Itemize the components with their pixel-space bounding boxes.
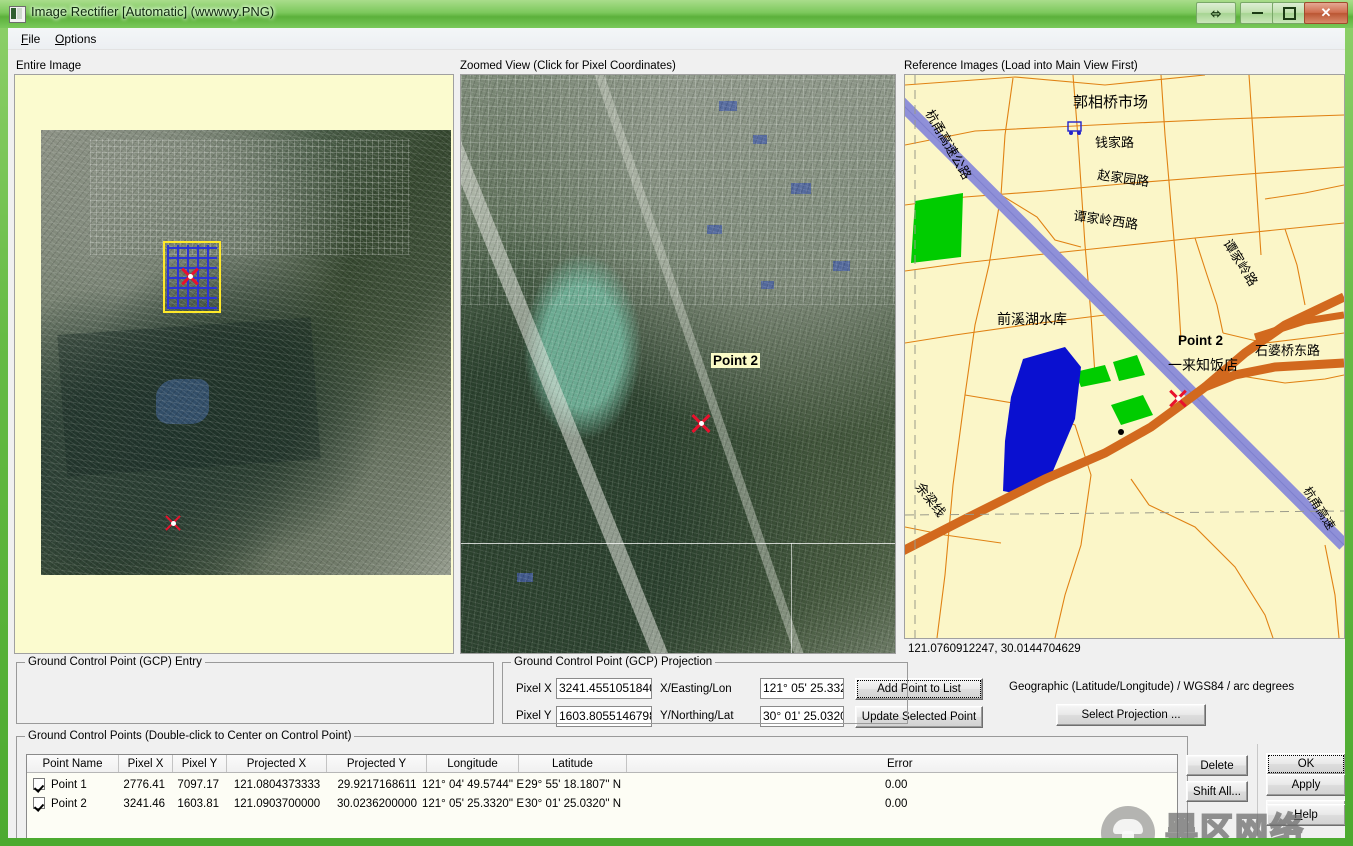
client-area: File Options Entire Image Zoomed View (C…	[8, 28, 1345, 838]
point-name-cell: Point 1	[51, 778, 87, 791]
table-cell: 121.0804373333	[233, 778, 321, 791]
table-row[interactable]: Point 1 2776.41 7097.17 121.0804373333 29.92…	[27, 775, 1177, 794]
table-cell: 121° 05' 25.3320'' E	[422, 797, 524, 810]
table-cell: 30.0236200000	[337, 797, 417, 810]
minimize-icon	[1251, 12, 1263, 14]
image-noise-texture	[41, 130, 451, 575]
projection-description: Geographic (Latitude/Longitude) / WGS84 …	[1009, 681, 1295, 693]
map-label: 郭相桥市场	[1073, 93, 1148, 111]
gcp-column-header[interactable]: Latitude	[519, 755, 627, 772]
reference-images-panel[interactable]: 杭甬高速公路 郭相桥市场钱家路赵家园路谭家岭西路谭家岭路前溪湖水库一来知饭店 石婆桥…	[904, 74, 1345, 639]
table-cell: 1603.81	[177, 797, 219, 810]
gcp-entry-group: Ground Control Point (GCP) Entry	[16, 656, 494, 724]
table-cell: 2776.41	[123, 778, 165, 791]
table-cell: 3241.46	[123, 797, 165, 810]
entire-image-thumbnail[interactable]	[41, 130, 451, 575]
table-cell: 30° 01' 25.0320'' N	[524, 797, 622, 810]
gcp-column-header[interactable]: Pixel Y	[173, 755, 227, 772]
maximize-window-button[interactable]	[1272, 2, 1306, 24]
row-checkbox[interactable]	[33, 778, 45, 790]
gcp-table-header-row: Point Name Pixel X Pixel Y Projected X Proje…	[27, 755, 1177, 773]
button-panel-divider	[1257, 744, 1258, 838]
table-cell: 7097.17	[177, 778, 219, 791]
title-bar[interactable]: Image Rectifier [Automatic] (wwwwy.PNG) …	[0, 0, 1353, 28]
map-label: 杭甬高速公路	[922, 107, 975, 183]
zoom-point-label: Point 2	[711, 353, 761, 368]
gcp-entry-group-title: Ground Control Point (GCP) Entry	[25, 656, 205, 668]
zoomed-view-panel[interactable]: Point 2	[460, 74, 896, 654]
table-cell: 121° 04' 49.5744'' E	[422, 778, 524, 791]
gcp-projection-group-title: Ground Control Point (GCP) Projection	[511, 656, 716, 668]
close-icon: ✕	[1320, 5, 1332, 20]
delete-button[interactable]: Delete	[1186, 755, 1248, 776]
maximize-icon	[1282, 6, 1296, 20]
image-noise-texture	[461, 75, 895, 653]
error-cell: 0.00	[885, 778, 908, 791]
table-cell: 29.9217168611	[337, 778, 417, 791]
app-icon	[9, 6, 26, 23]
zoom-region-indicator[interactable]	[163, 241, 221, 313]
map-labels: 杭甬高速公路 郭相桥市场钱家路赵家园路谭家岭西路谭家岭路前溪湖水库一来知饭店 石婆桥…	[912, 93, 1339, 532]
map-label: 余梁线	[912, 480, 949, 521]
map-label: 石婆桥东路	[1255, 343, 1320, 359]
table-row[interactable]: Point 2 3241.46 1603.81 121.0903700000 30.02…	[27, 794, 1177, 813]
menu-bar: File Options	[8, 28, 1345, 50]
shift-all-button[interactable]: Shift All...	[1186, 781, 1248, 802]
map-label: 谭家岭西路	[1072, 208, 1139, 233]
crosshair-vertical-line	[791, 543, 792, 653]
map-label: 一来知饭店	[1168, 357, 1238, 374]
zoomed-aerial-image[interactable]: Point 2	[461, 75, 895, 653]
map-label: 谭家岭路	[1220, 237, 1261, 290]
expressway	[905, 97, 1344, 550]
reference-coordinates-readout: 121.0760912247, 30.0144704629	[908, 643, 1081, 655]
menu-file[interactable]: File	[16, 31, 45, 47]
point-name-cell: Point 2	[51, 797, 87, 810]
close-window-button[interactable]: ✕	[1304, 2, 1348, 24]
zoomed-view-caption: Zoomed View (Click for Pixel Coordinates…	[460, 60, 676, 72]
gcp-column-header[interactable]: Point Name	[27, 755, 119, 772]
minimize-window-button[interactable]	[1240, 2, 1274, 24]
select-projection-button[interactable]: Select Projection ...	[1056, 704, 1206, 726]
map-label: 赵家园路	[1096, 167, 1150, 190]
help-button[interactable]: Help	[1266, 804, 1345, 826]
table-cell: 121.0903700000	[233, 797, 321, 810]
poi-dot	[1118, 429, 1124, 435]
entire-image-caption: Entire Image	[16, 60, 82, 72]
reference-map[interactable]: 杭甬高速公路 郭相桥市场钱家路赵家园路谭家岭西路谭家岭路前溪湖水库一来知饭店 石婆桥…	[905, 75, 1344, 638]
restore-window-button[interactable]: ⬄	[1196, 2, 1236, 24]
ok-button[interactable]: OK	[1266, 753, 1345, 775]
gcp-projection-group: Ground Control Point (GCP) Projection	[502, 656, 908, 724]
window-title: Image Rectifier [Automatic] (wwwwy.PNG)	[31, 4, 275, 19]
gcp-list-group-title: Ground Control Points (Double-click to C…	[25, 730, 355, 742]
gcp-column-header[interactable]: Longitude	[427, 755, 519, 772]
gcp-column-header[interactable]: Projected X	[227, 755, 327, 772]
resize-arrows-icon: ⬄	[1210, 5, 1222, 21]
reference-map-vector: 杭甬高速公路 郭相桥市场钱家路赵家园路谭家岭西路谭家岭路前溪湖水库一来知饭店 石婆桥…	[905, 75, 1344, 638]
gcp-table[interactable]: Point Name Pixel X Pixel Y Projected X Proje…	[26, 754, 1178, 838]
application-window: Image Rectifier [Automatic] (wwwwy.PNG) …	[0, 0, 1353, 846]
entire-image-panel[interactable]	[14, 74, 454, 654]
map-label: 前溪湖水库	[997, 311, 1067, 328]
zoom-region-grid	[167, 245, 217, 309]
market-poi-icon	[1067, 121, 1082, 135]
row-checkbox[interactable]	[33, 797, 45, 809]
gcp-column-header[interactable]: Pixel X	[119, 755, 173, 772]
provincial-road	[905, 292, 1344, 555]
reference-images-caption: Reference Images (Load into Main View Fi…	[904, 60, 1138, 72]
help-label: Help	[1294, 809, 1318, 821]
reference-point-label: Point 2	[1178, 333, 1224, 348]
error-cell: 0.00	[885, 797, 908, 810]
crosshair-horizontal-line	[461, 543, 895, 544]
map-label: 钱家路	[1095, 135, 1134, 151]
menu-options[interactable]: Options	[50, 31, 101, 47]
gcp-column-header[interactable]: Error	[627, 755, 1177, 772]
table-cell: 29° 55' 18.1807'' N	[524, 778, 622, 791]
apply-button[interactable]: Apply	[1266, 774, 1345, 796]
gcp-column-header[interactable]: Projected Y	[327, 755, 427, 772]
